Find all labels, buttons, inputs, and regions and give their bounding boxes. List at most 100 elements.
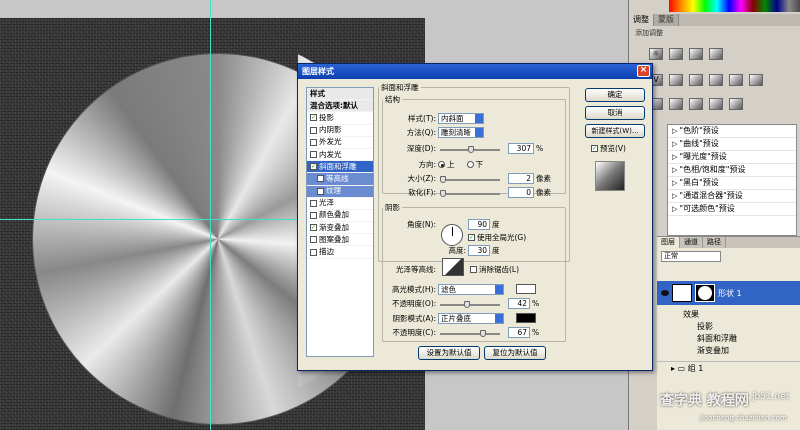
soften-input[interactable]: 0 [508, 187, 534, 198]
preset-item[interactable]: ▷ "曲线"预设 [668, 138, 796, 151]
brightness-icon[interactable]: ☼ [649, 48, 663, 60]
global-light-checkbox[interactable]: ✓ [468, 234, 475, 241]
channel-mixer-icon[interactable] [749, 74, 763, 86]
style-item-drop-shadow[interactable]: ✓ 投影 [307, 112, 373, 125]
structure-group-title: 结构 [385, 95, 400, 104]
depth-slider[interactable] [440, 146, 500, 153]
set-default-button[interactable]: 设置为默认值 [418, 346, 480, 360]
altitude-input[interactable]: 30 [468, 245, 490, 256]
direction-down-radio[interactable] [466, 161, 474, 168]
soften-slider[interactable] [440, 190, 500, 197]
preview-checkbox[interactable]: ✓ [591, 145, 598, 152]
layer-row-shape[interactable]: 形状 1 [657, 281, 800, 305]
checkbox-icon[interactable] [317, 187, 324, 195]
style-select[interactable]: 内斜面 [438, 113, 484, 124]
size-slider-knob[interactable] [440, 176, 446, 183]
photo-filter-icon[interactable] [729, 74, 743, 86]
dialog-titlebar[interactable]: 图层样式 × [298, 64, 652, 79]
checkbox-icon[interactable] [310, 199, 317, 207]
levels-icon[interactable] [669, 48, 683, 60]
threshold-icon[interactable] [689, 98, 703, 110]
checkbox-icon[interactable] [310, 248, 317, 256]
checkbox-icon[interactable] [310, 211, 317, 219]
cancel-button[interactable]: 取消 [585, 106, 645, 120]
color-balance-icon[interactable] [689, 74, 703, 86]
eye-icon[interactable] [661, 290, 669, 296]
ok-button[interactable]: 确定 [585, 88, 645, 102]
effects-header[interactable]: 效果 [657, 309, 800, 321]
checkbox-icon[interactable]: ✓ [310, 224, 317, 232]
angle-dial[interactable] [441, 224, 463, 246]
hue-saturation-icon[interactable] [669, 74, 683, 86]
tab-paths[interactable]: 路径 [703, 237, 726, 248]
selective-color-icon[interactable] [729, 98, 743, 110]
highlight-opacity-knob[interactable] [464, 301, 470, 308]
checkbox-icon[interactable] [310, 126, 317, 134]
style-list-header[interactable]: 样式 [307, 88, 373, 101]
black-white-icon[interactable] [709, 74, 723, 86]
close-icon[interactable]: × [637, 65, 650, 77]
style-item-pattern-overlay[interactable]: 图案叠加 [307, 234, 373, 247]
preset-item[interactable]: ▷ "黑白"预设 [668, 177, 796, 190]
tab-layers[interactable]: 图层 [657, 237, 680, 248]
blend-options-item[interactable]: 混合选项:默认 [307, 100, 373, 113]
style-item-inner-glow[interactable]: 内发光 [307, 149, 373, 162]
technique-select[interactable]: 雕刻清晰 [438, 127, 484, 138]
angle-input[interactable]: 90 [468, 219, 490, 230]
highlight-opacity-unit: % [532, 299, 540, 308]
preset-item[interactable]: ▷ "可选颜色"预设 [668, 203, 796, 216]
style-item-contour[interactable]: 等高线 [307, 173, 373, 186]
shadow-opacity-input[interactable]: 67 [508, 327, 530, 338]
depth-input[interactable]: 307 [508, 143, 534, 154]
checkbox-icon[interactable] [310, 236, 317, 244]
style-item-satin[interactable]: 光泽 [307, 198, 373, 210]
size-slider[interactable] [440, 176, 500, 183]
effect-item[interactable]: 渐变叠加 [657, 345, 800, 357]
gradient-map-icon[interactable] [709, 98, 723, 110]
style-item-color-overlay[interactable]: 颜色叠加 [307, 210, 373, 223]
color-swatches[interactable] [669, 0, 800, 12]
highlight-opacity-slider[interactable] [440, 301, 500, 308]
preset-item[interactable]: ▷ "色阶"预设 [668, 125, 796, 138]
highlight-mode-select[interactable]: 滤色 [438, 284, 504, 295]
style-item-outer-glow[interactable]: 外发光 [307, 137, 373, 149]
depth-slider-knob[interactable] [468, 146, 474, 153]
antialias-checkbox[interactable] [470, 266, 477, 273]
watermark-url: jiaocheng.chazidian.com [700, 414, 787, 422]
exposure-icon[interactable] [709, 48, 723, 60]
style-item-gradient-overlay[interactable]: ✓ 渐变叠加 [307, 222, 373, 235]
style-item-texture[interactable]: 纹理 [307, 185, 373, 198]
tab-masks[interactable]: 蒙版 [654, 14, 679, 26]
preset-item[interactable]: ▷ "曝光度"预设 [668, 151, 796, 164]
checkbox-icon[interactable]: ✓ [310, 114, 317, 122]
preset-item[interactable]: ▷ "色相/饱和度"预设 [668, 164, 796, 177]
shadow-mode-select[interactable]: 正片叠底 [438, 313, 504, 324]
shadow-color-swatch[interactable] [516, 313, 536, 323]
effect-item[interactable]: 斜面和浮雕 [657, 333, 800, 345]
effect-item[interactable]: 投影 [657, 321, 800, 333]
checkbox-icon[interactable] [310, 151, 317, 159]
highlight-opacity-input[interactable]: 42 [508, 298, 530, 309]
soften-slider-knob[interactable] [440, 190, 446, 197]
preset-item[interactable]: ▷ "通道混合器"预设 [668, 190, 796, 203]
style-item-bevel-emboss[interactable]: ✓ 斜面和浮雕 [307, 161, 373, 174]
style-item-stroke[interactable]: 描边 [307, 246, 373, 259]
direction-up-radio[interactable] [438, 161, 445, 168]
gloss-contour-picker[interactable] [442, 258, 464, 276]
layer-row-group[interactable]: ▸ ▭ 组 1 [657, 361, 800, 375]
checkbox-icon[interactable]: ✓ [310, 163, 317, 171]
layer-blend-mode-select[interactable]: 正常 [661, 251, 721, 262]
checkbox-icon[interactable] [317, 175, 324, 183]
checkbox-icon[interactable] [310, 138, 317, 146]
new-style-button[interactable]: 新建样式(W)... [585, 124, 645, 138]
shadow-opacity-slider[interactable] [440, 330, 500, 337]
tab-adjustments[interactable]: 调整 [629, 14, 654, 26]
tab-channels[interactable]: 通道 [680, 237, 703, 248]
highlight-color-swatch[interactable] [516, 284, 536, 294]
size-input[interactable]: 2 [508, 173, 534, 184]
curves-icon[interactable] [689, 48, 703, 60]
style-item-inner-shadow[interactable]: 内阴影 [307, 125, 373, 137]
posterize-icon[interactable] [669, 98, 683, 110]
reset-default-button[interactable]: 复位为默认值 [484, 346, 546, 360]
shadow-opacity-knob[interactable] [480, 330, 486, 337]
